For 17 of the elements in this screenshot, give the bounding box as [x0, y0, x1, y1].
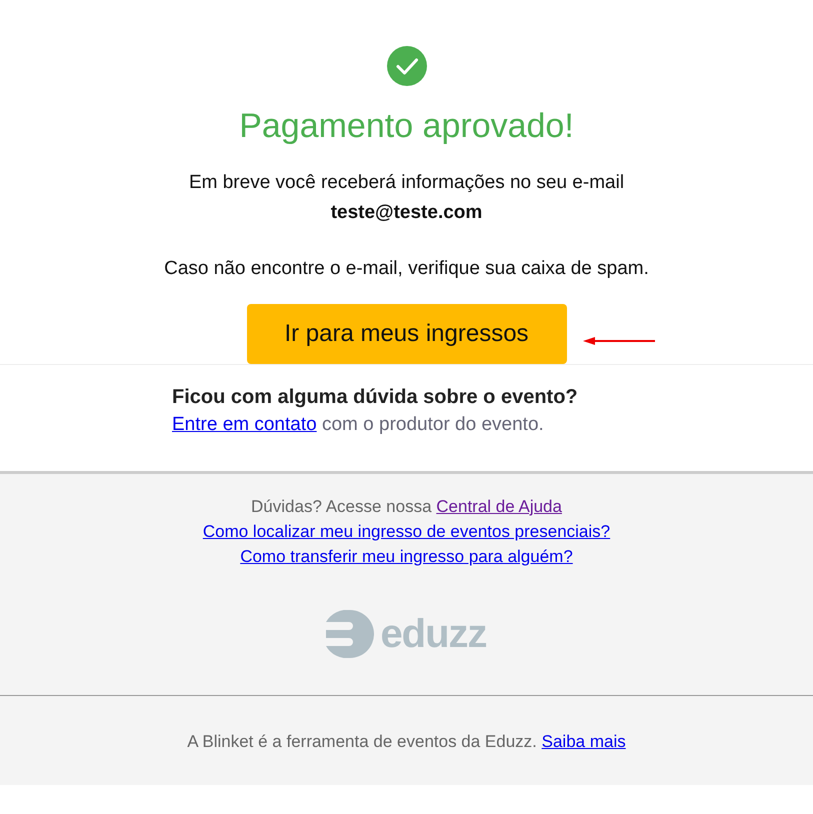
tickets-button[interactable]: Ir para meus ingressos: [246, 304, 566, 364]
help-center-link[interactable]: Central de Ajuda: [436, 497, 562, 516]
logo-wordmark: eduzz: [380, 611, 487, 658]
learn-more-link[interactable]: Saiba mais: [542, 732, 626, 751]
question-heading: Ficou com alguma dúvida sobre o evento?: [172, 385, 579, 410]
email-message: Em breve você receberá informações no seu e-mail: [188, 171, 624, 195]
success-title: Pagamento aprovado!: [239, 106, 574, 146]
contact-link[interactable]: Entre em contato: [172, 414, 317, 435]
spam-note: Caso não encontre o e-mail, verifique sua caixa de spam.: [164, 257, 649, 281]
logo-icon: [326, 610, 374, 658]
email-address: teste@teste.com: [330, 201, 482, 225]
help-link[interactable]: Como transferir meu ingresso para alguém?: [240, 547, 573, 566]
help-link[interactable]: Como localizar meu ingresso de eventos presenciais?: [202, 522, 610, 541]
check-circle-icon: [386, 46, 426, 86]
contact-text: com o produtor do evento.: [322, 414, 544, 435]
footer-text: A Blinket é a ferramenta de eventos da Eduzz.: [187, 732, 537, 751]
help-text: Dúvidas? Acesse nossa: [251, 497, 432, 516]
